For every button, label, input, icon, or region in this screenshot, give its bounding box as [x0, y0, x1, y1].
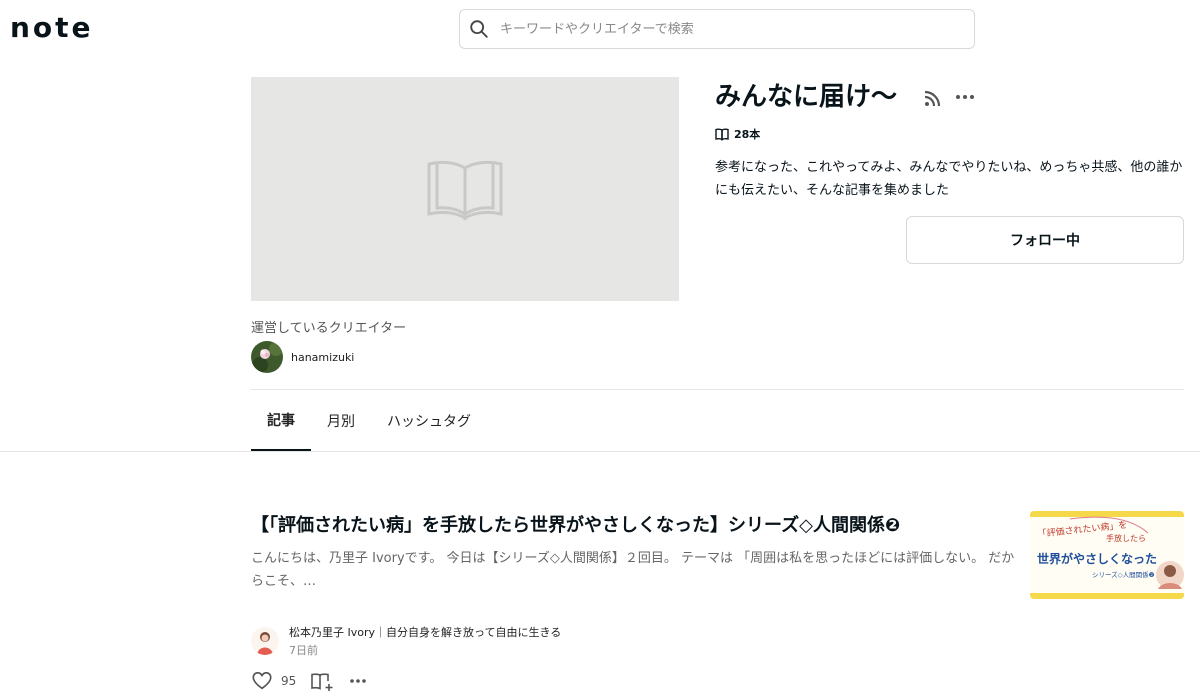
search-icon — [470, 20, 488, 38]
svg-text:世界がやさしくなった: 世界がやさしくなった — [1037, 551, 1157, 566]
creator-name[interactable]: hanamizuki — [291, 351, 354, 364]
svg-text:手放したら: 手放したら — [1106, 533, 1146, 543]
article-author[interactable]: 松本乃里子 Ivory｜自分自身を解き放って自由に生きる 7日前 — [251, 624, 561, 658]
magazine-description: 参考になった、これやってみよ、みんなでやりたいね、めっちゃ共感、他の誰かにも伝え… — [715, 160, 1183, 198]
tab-monthly[interactable]: 月別 — [311, 390, 371, 451]
open-book-icon — [427, 160, 503, 221]
magazine-icon — [715, 128, 729, 141]
author-name[interactable]: 松本乃里子 Ivory｜自分自身を解き放って自由に生きる — [289, 624, 561, 640]
search-box[interactable] — [459, 9, 975, 49]
more-options-icon[interactable] — [348, 671, 368, 691]
tab-hashtags[interactable]: ハッシュタグ — [371, 390, 487, 451]
article-count: 28本 — [715, 126, 760, 142]
add-to-magazine-icon[interactable] — [310, 670, 334, 692]
divider — [0, 451, 1200, 452]
search-input[interactable] — [500, 21, 940, 37]
post-time: 7日前 — [289, 644, 318, 657]
heart-icon[interactable] — [251, 670, 273, 692]
article-thumbnail[interactable]: 「評価されたい病」を 手放したら 世界がやさしくなった シリーズ◇人間関係❷ — [1030, 511, 1184, 599]
svg-text:シリーズ◇人間関係❷: シリーズ◇人間関係❷ — [1092, 570, 1155, 579]
article-excerpt[interactable]: こんにちは、乃里子 Ivoryです。 今日は【シリーズ◇人間関係】２回目。 テー… — [251, 547, 1021, 593]
creators-label: 運営しているクリエイター — [251, 321, 407, 336]
follow-button[interactable]: フォロー中 — [906, 216, 1184, 264]
article-count-text: 28本 — [734, 128, 761, 141]
magazine-cover — [251, 77, 679, 301]
like-count: 95 — [281, 674, 297, 688]
like-button[interactable]: 95 — [251, 670, 296, 692]
article-title[interactable]: 【「評価されたい病」を手放したら世界がやさしくなった】シリーズ◇人間関係❷ — [251, 511, 1011, 541]
author-avatar[interactable] — [251, 627, 279, 655]
creator-link[interactable]: hanamizuki — [251, 341, 354, 373]
more-options-icon[interactable] — [954, 87, 976, 107]
rss-icon[interactable] — [922, 89, 942, 109]
note-logo[interactable]: note — [10, 14, 94, 42]
tab-articles[interactable]: 記事 — [251, 390, 311, 451]
article-actions: 95 — [251, 670, 368, 692]
tab-bar: 記事 月別 ハッシュタグ — [251, 390, 487, 452]
avatar[interactable] — [251, 341, 283, 373]
magazine-title: みんなに届け〜 — [715, 82, 898, 112]
